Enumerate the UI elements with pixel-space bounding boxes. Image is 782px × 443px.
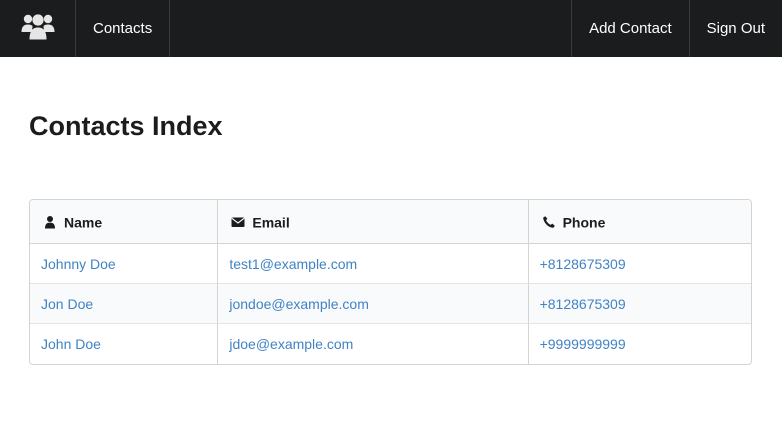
- contact-name-cell: Johnny Doe: [30, 244, 218, 284]
- contact-email-cell: jdoe@example.com: [217, 324, 527, 364]
- envelope-icon: [231, 215, 245, 229]
- contact-phone-cell: +8128675309: [527, 284, 751, 324]
- add-contact-link[interactable]: Add Contact: [571, 0, 689, 57]
- contact-name-cell: John Doe: [30, 324, 217, 364]
- contact-phone-link[interactable]: +8128675309: [540, 256, 626, 272]
- top-navbar: Contacts Add Contact Sign Out: [0, 0, 782, 57]
- contact-email-link[interactable]: jdoe@example.com: [229, 336, 353, 352]
- contact-name-cell: Jon Doe: [30, 284, 218, 324]
- contact-name-link[interactable]: Johnny Doe: [41, 256, 116, 272]
- contact-email-link[interactable]: jondoe@example.com: [229, 296, 369, 312]
- nav-contacts-label: Contacts: [93, 20, 153, 37]
- contact-email-link[interactable]: test1@example.com: [229, 256, 357, 272]
- page-title: Contacts Index: [29, 111, 223, 141]
- contacts-table: Name Email Phone Johnny Doe test1@exampl…: [29, 199, 752, 365]
- add-contact-label: Add Contact: [589, 20, 672, 37]
- sign-out-label: Sign Out: [706, 20, 765, 37]
- column-header-phone: Phone: [527, 200, 751, 244]
- users-icon: [21, 11, 55, 46]
- column-header-name-label: Name: [64, 214, 103, 231]
- phone-icon: [542, 215, 556, 229]
- column-header-name: Name: [30, 200, 218, 244]
- sign-out-link[interactable]: Sign Out: [688, 0, 782, 57]
- contact-name-link[interactable]: Jon Doe: [41, 296, 93, 312]
- nav-contacts-link[interactable]: Contacts: [76, 0, 171, 57]
- column-header-phone-label: Phone: [562, 214, 606, 231]
- contact-phone-cell: +8128675309: [527, 244, 751, 284]
- column-header-email: Email: [217, 200, 528, 244]
- table-row: Johnny Doe test1@example.com +8128675309: [30, 244, 751, 284]
- contact-name-link[interactable]: John Doe: [41, 336, 101, 352]
- table-header-row: Name Email Phone: [30, 200, 751, 244]
- table-row: Jon Doe jondoe@example.com +8128675309: [30, 284, 751, 324]
- column-header-email-label: Email: [252, 214, 290, 231]
- contact-email-cell: jondoe@example.com: [217, 284, 528, 324]
- contact-phone-cell: +9999999999: [527, 324, 751, 364]
- user-icon: [43, 215, 57, 229]
- contact-phone-link[interactable]: +9999999999: [540, 336, 626, 352]
- logo-link[interactable]: [0, 0, 76, 57]
- contact-email-cell: test1@example.com: [217, 244, 528, 284]
- contact-phone-link[interactable]: +8128675309: [540, 296, 626, 312]
- table-row: John Doe jdoe@example.com +9999999999: [30, 324, 751, 364]
